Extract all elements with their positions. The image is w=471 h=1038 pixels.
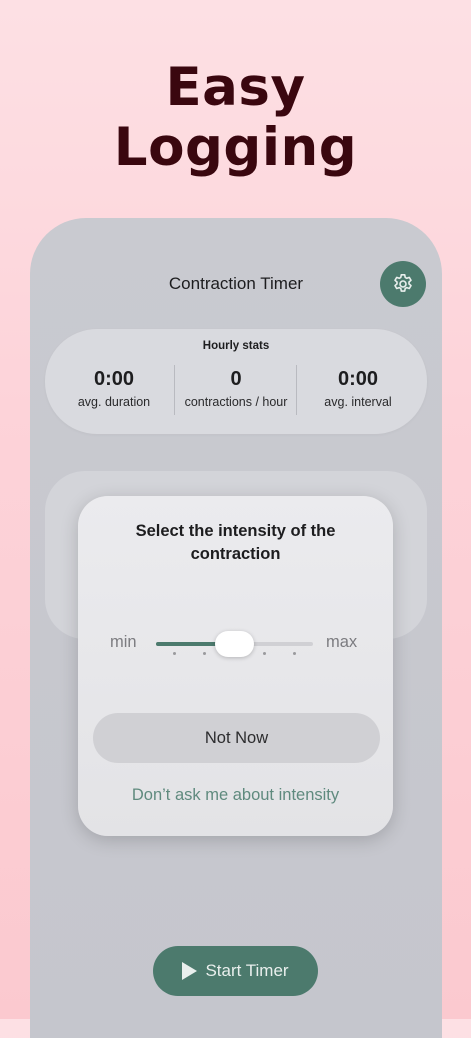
hourly-stats-card: Hourly stats 0:00 avg. duration 0 contra… (45, 329, 427, 434)
stat-label: avg. duration (77, 395, 151, 409)
intensity-slider-thumb[interactable] (215, 631, 254, 657)
start-timer-button[interactable]: Start Timer (153, 946, 318, 996)
stat-avg-duration: 0:00 avg. duration (55, 365, 173, 423)
start-timer-label: Start Timer (205, 961, 289, 980)
headline-line-1: Easy (165, 57, 306, 118)
slider-tick (293, 652, 296, 655)
intensity-modal: Select the intensity of the contraction … (78, 496, 393, 836)
play-icon (182, 962, 198, 980)
stat-value: 0:00 (93, 368, 135, 390)
stat-contractions-per-hour: 0 contractions / hour (175, 365, 297, 423)
slider-min-label: min (110, 633, 137, 651)
promo-headline: Easy Logging (0, 58, 471, 178)
not-now-button[interactable]: Not Now (93, 713, 380, 763)
stat-value: 0:00 (337, 368, 379, 390)
slider-tick (263, 652, 266, 655)
headline-line-2: Logging (113, 117, 358, 178)
settings-button[interactable] (380, 261, 426, 307)
stat-divider (296, 365, 297, 415)
stat-label: avg. interval (324, 395, 392, 409)
stat-value: 0 (230, 368, 242, 390)
slider-max-label: max (326, 633, 358, 651)
gear-icon (394, 274, 412, 292)
slider-tick (173, 652, 176, 655)
stat-avg-interval: 0:00 avg. interval (299, 365, 417, 423)
dont-ask-intensity-link[interactable]: Don’t ask me about intensity (78, 786, 393, 805)
slider-tick (203, 652, 206, 655)
modal-title: Select the intensity of the contraction (135, 522, 336, 563)
phone-screen: Contraction Timer Hourly stats 0:00 avg.… (30, 218, 442, 1038)
stats-heading: Hourly stats (202, 340, 270, 352)
stat-label: contractions / hour (184, 395, 288, 409)
